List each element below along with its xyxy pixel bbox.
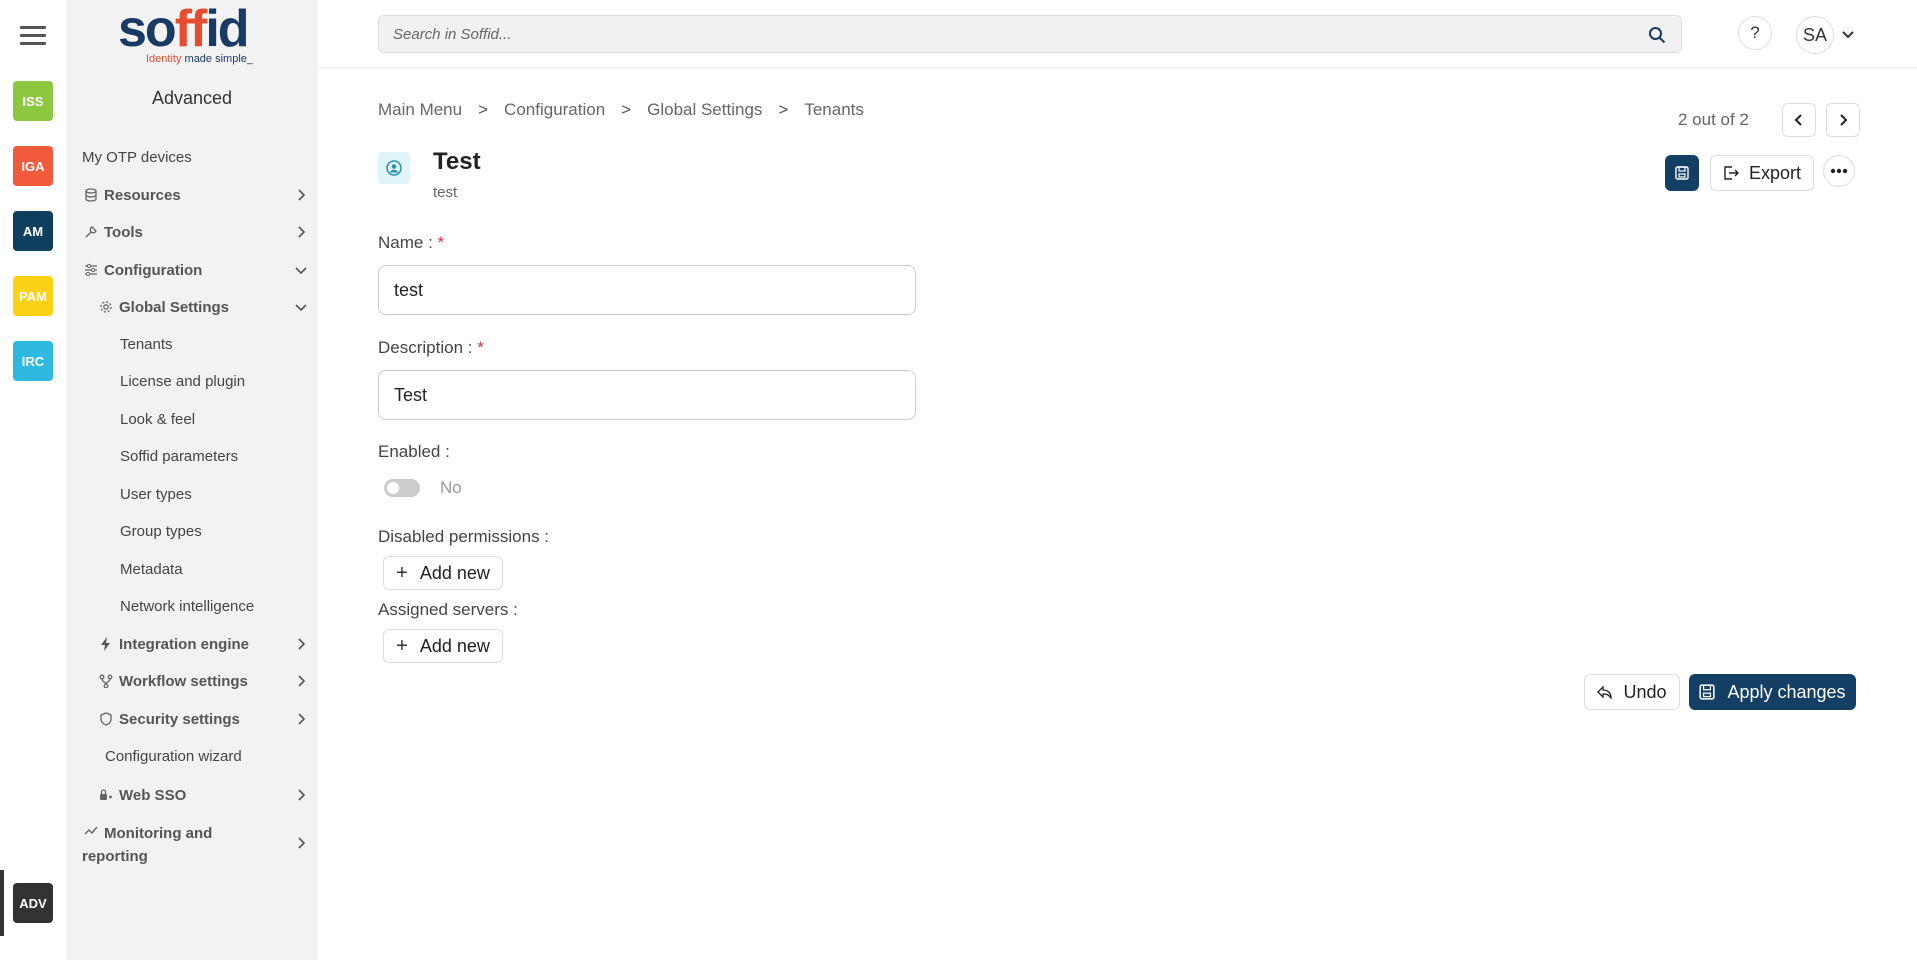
database-icon <box>82 188 100 202</box>
tenant-icon <box>378 152 410 184</box>
active-app-indicator <box>0 870 4 936</box>
help-button[interactable]: ? <box>1738 16 1772 50</box>
enabled-label: Enabled : <box>378 442 450 461</box>
sidebar-item-soffid-parameters[interactable]: Soffid parameters <box>66 441 318 471</box>
lock-key-icon <box>97 788 115 802</box>
sidebar-item-tenants[interactable]: Tenants <box>66 329 318 359</box>
assigned-servers-label: Assigned servers : <box>378 600 518 619</box>
chevron-right-icon <box>298 789 306 801</box>
gear-icon <box>97 300 115 314</box>
sidebar-item-monitoring-reporting[interactable]: Monitoring and reporting <box>66 818 318 868</box>
floppy-disk-icon <box>1675 166 1689 180</box>
chevron-right-icon <box>298 713 306 725</box>
sidebar-item-network-intelligence[interactable]: Network intelligence <box>66 591 318 621</box>
sidebar-title: Advanced <box>151 88 233 108</box>
topbar: ? SA <box>318 0 1917 68</box>
next-record-button[interactable] <box>1826 103 1860 137</box>
sidebar-item-metadata[interactable]: Metadata <box>66 554 318 584</box>
chevron-right-icon <box>298 837 306 849</box>
chevron-down-icon <box>295 267 307 275</box>
chevron-down-icon <box>295 304 307 312</box>
sidebar-item-web-sso[interactable]: Web SSO <box>66 780 318 810</box>
shield-icon <box>97 712 115 726</box>
breadcrumb-separator: > <box>778 100 789 119</box>
sidebar-item-tools[interactable]: Tools <box>66 217 318 247</box>
required-marker: * <box>437 233 445 252</box>
export-button[interactable]: Export <box>1710 155 1814 191</box>
app-pam[interactable]: PAM <box>13 276 53 316</box>
sidebar-item-workflow-settings[interactable]: Workflow settings <box>66 666 318 696</box>
breadcrumb-separator: > <box>621 100 632 119</box>
add-disabled-permission-button[interactable]: + Add new <box>383 556 503 590</box>
app-rail: ISS IGA AM PAM IRC ADV <box>0 0 66 960</box>
search-icon[interactable] <box>1648 26 1666 44</box>
sliders-icon <box>82 263 100 277</box>
sidebar: soffid Identity made simple_ Advanced My… <box>66 0 318 960</box>
chevron-right-icon <box>298 226 306 238</box>
sidebar-item-otp-devices[interactable]: My OTP devices <box>66 142 318 172</box>
plus-icon: + <box>396 561 408 584</box>
sidebar-item-integration-engine[interactable]: Integration engine <box>66 629 318 659</box>
required-marker: * <box>477 338 484 357</box>
sidebar-item-resources[interactable]: Resources <box>66 180 318 210</box>
floppy-disk-icon <box>1699 684 1716 700</box>
search-input[interactable] <box>378 15 1682 53</box>
page-subtitle: test <box>433 184 458 201</box>
enabled-value: No <box>440 478 462 497</box>
chart-line-icon <box>82 824 100 836</box>
breadcrumb-separator: > <box>478 100 489 119</box>
chevron-left-icon <box>1794 114 1802 126</box>
pager-count: 2 out of 2 <box>1678 110 1749 129</box>
sidebar-item-configuration-wizard[interactable]: Configuration wizard <box>66 741 318 771</box>
sidebar-item-configuration[interactable]: Configuration <box>66 255 318 285</box>
sidebar-item-security-settings[interactable]: Security settings <box>66 704 318 734</box>
sidebar-item-user-types[interactable]: User types <box>66 479 318 509</box>
breadcrumb-main-menu[interactable]: Main Menu <box>378 100 462 120</box>
chevron-right-icon <box>298 189 306 201</box>
sidebar-item-look-feel[interactable]: Look & feel <box>66 404 318 434</box>
description-label: Description : * <box>378 338 484 357</box>
ellipsis-icon <box>1830 168 1848 174</box>
sidebar-item-license-plugin[interactable]: License and plugin <box>66 366 318 396</box>
app-irc[interactable]: IRC <box>13 341 53 381</box>
chevron-right-icon <box>298 638 306 650</box>
app-adv[interactable]: ADV <box>13 883 53 923</box>
name-field[interactable] <box>378 265 916 315</box>
description-field[interactable] <box>378 370 916 420</box>
hamburger-menu-icon[interactable] <box>20 26 46 48</box>
breadcrumb-global-settings[interactable]: Global Settings <box>647 100 762 120</box>
main-content: ? SA Main Menu > Configuration > Global … <box>318 0 1917 960</box>
export-icon <box>1724 166 1739 180</box>
chevron-right-icon <box>298 675 306 687</box>
apply-changes-button[interactable]: Apply changes <box>1689 674 1856 710</box>
enabled-toggle[interactable] <box>384 479 420 497</box>
previous-record-button[interactable] <box>1782 103 1816 137</box>
undo-icon <box>1597 685 1613 699</box>
breadcrumb: Main Menu > Configuration > Global Setti… <box>378 100 864 120</box>
user-avatar[interactable]: SA <box>1796 16 1834 54</box>
undo-button[interactable]: Undo <box>1584 674 1680 710</box>
add-assigned-server-button[interactable]: + Add new <box>383 629 503 663</box>
soffid-logo[interactable]: soffid Identity made simple_ <box>118 3 268 70</box>
name-label: Name : * <box>378 233 445 252</box>
app-iga[interactable]: IGA <box>13 146 53 186</box>
page-title: Test <box>433 148 481 175</box>
breadcrumb-configuration[interactable]: Configuration <box>504 100 605 120</box>
lightning-icon <box>97 637 115 651</box>
breadcrumb-tenants[interactable]: Tenants <box>804 100 864 120</box>
sidebar-item-group-types[interactable]: Group types <box>66 516 318 546</box>
more-options-button[interactable] <box>1823 155 1855 187</box>
plus-icon: + <box>396 634 408 657</box>
app-am[interactable]: AM <box>13 211 53 251</box>
sidebar-item-global-settings[interactable]: Global Settings <box>66 292 318 322</box>
workflow-icon <box>97 674 115 688</box>
wrench-icon <box>82 225 100 239</box>
save-button[interactable] <box>1665 155 1699 191</box>
chevron-down-icon[interactable] <box>1840 27 1856 43</box>
app-iss[interactable]: ISS <box>13 81 53 121</box>
disabled-permissions-label: Disabled permissions : <box>378 527 550 546</box>
chevron-right-icon <box>1840 114 1848 126</box>
